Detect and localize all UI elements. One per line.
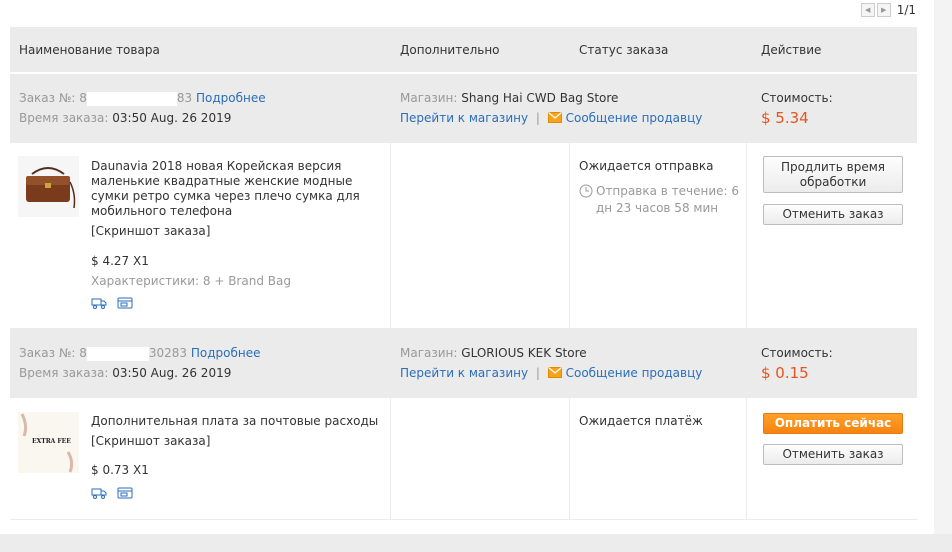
header-extra: Дополнительно xyxy=(400,43,500,57)
header-status: Статус заказа xyxy=(579,43,669,57)
wallet-icon[interactable] xyxy=(117,297,133,312)
mail-icon xyxy=(547,366,562,381)
order-number-label: Заказ №: xyxy=(19,91,76,105)
order-number-start: 8 xyxy=(79,346,87,360)
go-to-shop-link[interactable]: Перейти к магазину xyxy=(400,111,528,125)
truck-icon[interactable] xyxy=(91,297,107,312)
shop-links: Перейти к магазину | Сообщение продавцу xyxy=(400,366,702,381)
order-details-link[interactable]: Подробнее xyxy=(191,346,261,360)
product-image[interactable] xyxy=(18,156,79,217)
order-status: Ожидается отправка xyxy=(579,159,714,173)
clock-icon xyxy=(579,184,593,201)
shop-label: Магазин: xyxy=(400,346,458,360)
shop-line: Магазин: GLORIOUS KEK Store xyxy=(400,346,587,360)
order-number-label: Заказ №: xyxy=(19,346,76,360)
order-time-value: 03:50 Aug. 26 2019 xyxy=(112,111,232,125)
table-header: Наименование товара Дополнительно Статус… xyxy=(10,27,917,72)
cost-label: Стоимость: xyxy=(761,91,833,105)
order-header: Заказ №: 8 30283 Подробнее Время заказа: … xyxy=(10,329,917,398)
chevron-right-icon[interactable]: ▶ xyxy=(876,3,891,17)
order-header: Заказ №: 8 83 Подробнее Время заказа: 03:… xyxy=(10,74,917,143)
cancel-order-button[interactable]: Отменить заказ xyxy=(763,204,903,225)
column-divider xyxy=(390,143,391,328)
shop-name: GLORIOUS KEK Store xyxy=(461,346,587,360)
item-icons xyxy=(91,487,133,502)
page-indicator: 1/1 xyxy=(896,3,916,17)
message-seller-link[interactable]: Сообщение продавцу xyxy=(566,111,703,125)
shop-name: Shang Hai CWD Bag Store xyxy=(461,91,619,105)
order-number-line: Заказ №: 8 83 Подробнее xyxy=(19,91,266,106)
column-divider xyxy=(390,398,391,519)
column-divider xyxy=(746,398,747,519)
order-snapshot-link[interactable]: [Скриншот заказа] xyxy=(91,434,210,448)
right-gutter xyxy=(934,0,952,552)
item-properties: Характеристики: 8 + Brand Bag xyxy=(91,274,291,288)
chevron-left-icon[interactable]: ◀ xyxy=(860,3,875,17)
redacted-block xyxy=(86,346,149,361)
order-number-end: 30283 xyxy=(148,346,188,360)
image-caption: EXTRA FEE xyxy=(32,438,71,445)
product-title[interactable]: Daunavia 2018 новая Корейская версия мал… xyxy=(91,159,381,219)
shipping-countdown-text: Отправка в течение: 6 дн 23 часов 58 мин xyxy=(596,184,739,215)
item-price-qty: $ 0.73 X1 xyxy=(91,463,149,477)
cost-value: $ 0.15 xyxy=(761,364,809,382)
separator: | xyxy=(535,366,540,380)
column-divider xyxy=(569,398,570,519)
order-number-start: 8 xyxy=(79,91,87,105)
pagination: ◀ ▶ 1/1 xyxy=(860,3,916,17)
orders-table: Наименование товара Дополнительно Статус… xyxy=(10,27,917,520)
order-status: Ожидается платёж xyxy=(579,414,703,428)
extend-processing-button[interactable]: Продлить время обработки xyxy=(763,156,903,193)
cost-value: $ 5.34 xyxy=(761,109,809,127)
column-divider xyxy=(746,143,747,328)
order-snapshot-link[interactable]: [Скриншот заказа] xyxy=(91,224,210,238)
product-image[interactable]: EXTRA FEE xyxy=(18,412,79,473)
item-price-qty: $ 4.27 X1 xyxy=(91,254,149,268)
order-time-line: Время заказа: 03:50 Aug. 26 2019 xyxy=(19,366,231,380)
order-time-label: Время заказа: xyxy=(19,366,109,380)
truck-icon[interactable] xyxy=(91,487,107,502)
order-details-link[interactable]: Подробнее xyxy=(196,91,266,105)
cost-label: Стоимость: xyxy=(761,346,833,360)
shipping-countdown: Отправка в течение: 6 дн 23 часов 58 мин xyxy=(579,183,756,217)
wallet-icon[interactable] xyxy=(117,487,133,502)
order-time-label: Время заказа: xyxy=(19,111,109,125)
header-action: Действие xyxy=(761,43,822,57)
bottom-gutter xyxy=(0,534,952,552)
redacted-block xyxy=(86,91,177,106)
product-title[interactable]: Дополнительная плата за почтовые расходы xyxy=(91,414,378,428)
item-icons xyxy=(91,297,133,312)
shop-links: Перейти к магазину | Сообщение продавцу xyxy=(400,111,702,126)
header-product: Наименование товара xyxy=(19,43,160,57)
order-number-line: Заказ №: 8 30283 Подробнее xyxy=(19,346,261,361)
separator: | xyxy=(535,111,540,125)
order-number-end: 83 xyxy=(176,91,193,105)
cancel-order-button[interactable]: Отменить заказ xyxy=(763,444,903,465)
shop-line: Магазин: Shang Hai CWD Bag Store xyxy=(400,91,618,105)
message-seller-link[interactable]: Сообщение продавцу xyxy=(566,366,703,380)
go-to-shop-link[interactable]: Перейти к магазину xyxy=(400,366,528,380)
shop-label: Магазин: xyxy=(400,91,458,105)
order-item-row: EXTRA FEE Дополнительная плата за почтов… xyxy=(10,398,917,520)
order-time-value: 03:50 Aug. 26 2019 xyxy=(112,366,232,380)
mail-icon xyxy=(547,111,562,126)
pay-now-button[interactable]: Оплатить сейчас xyxy=(763,413,903,434)
order-time-line: Время заказа: 03:50 Aug. 26 2019 xyxy=(19,111,231,125)
column-divider xyxy=(569,143,570,328)
order-item-row: Daunavia 2018 новая Корейская версия мал… xyxy=(10,143,917,329)
